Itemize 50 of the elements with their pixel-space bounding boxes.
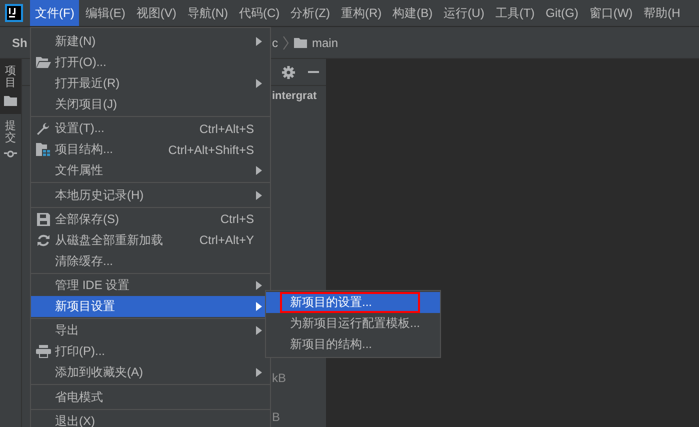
menu-bar-item[interactable]: 工具(T) — [490, 0, 540, 26]
commit-icon — [4, 150, 17, 158]
menu-item[interactable]: 省电模式 — [31, 386, 270, 408]
open-folder-icon — [36, 57, 50, 68]
menu-item[interactable]: 本地历史记录(H) — [31, 184, 270, 206]
folder-icon — [294, 37, 307, 48]
menu-bar-item[interactable]: 重构(R) — [336, 0, 387, 26]
printer-icon — [36, 345, 50, 358]
menu-item[interactable]: 项目结构... Ctrl+Alt+Shift+S — [31, 139, 270, 160]
menu-bar-item[interactable]: 视图(V) — [131, 0, 182, 26]
menu-item[interactable]: 添加到收藏夹(A) — [31, 362, 270, 384]
shortcut-text: Ctrl+Alt+Shift+S — [168, 142, 254, 157]
side-tab[interactable]: 提交 — [0, 114, 21, 166]
menu-bar-item[interactable]: 分析(Z) — [286, 0, 335, 26]
menu-item[interactable]: 打开最近(R) — [31, 73, 270, 94]
shortcut-text: Ctrl+Alt+S — [199, 122, 254, 136]
breadcrumb-item[interactable]: c — [272, 36, 278, 50]
menu-item[interactable]: 全部保存(S) Ctrl+S — [31, 208, 270, 230]
menu-bar-item[interactable]: 编辑(E) — [80, 0, 130, 26]
menu-item[interactable]: 新项目的设置... — [266, 292, 440, 313]
menu-item[interactable]: 新建(N) — [31, 31, 270, 52]
breadcrumb-item[interactable]: main — [312, 36, 338, 50]
menu-item[interactable]: 文件属性 — [31, 160, 270, 182]
folder-icon — [4, 95, 17, 106]
reload-icon — [36, 234, 50, 247]
tree-item[interactable]: intergrat — [272, 90, 317, 102]
menu-item[interactable]: 清除缓存... — [31, 250, 270, 272]
menu-bar-item[interactable]: Git(G) — [540, 0, 584, 26]
shortcut-text: Ctrl+Alt+Y — [199, 233, 254, 248]
chevron-icon — [283, 36, 289, 50]
tree-item[interactable]: B — [272, 410, 280, 424]
settings-icon[interactable] — [282, 66, 295, 78]
wrench-icon — [36, 122, 50, 136]
menu-item[interactable]: 新项目的结构... — [266, 334, 440, 355]
menu-item[interactable]: 打开(O)... — [31, 52, 270, 73]
project-name: Sh — [12, 36, 28, 50]
menu-item[interactable]: 从磁盘全部重新加载 Ctrl+Alt+Y — [31, 230, 270, 251]
menu-item[interactable]: 关闭项目(J) — [31, 94, 270, 115]
menu-bar-item[interactable]: 窗口(W) — [584, 0, 638, 26]
menu-bar-item[interactable]: 帮助(H — [638, 0, 686, 26]
menu-bar-item[interactable]: 代码(C) — [234, 0, 285, 26]
folder-grid-icon — [36, 143, 50, 156]
menu-bar-item[interactable]: 构建(B) — [388, 0, 438, 26]
menu-item[interactable]: 设置(T)... Ctrl+Alt+S — [31, 118, 270, 140]
shortcut-text: Ctrl+S — [220, 212, 254, 226]
menu-bar-item[interactable]: 导航(N) — [182, 0, 233, 26]
side-tab[interactable]: 项目 — [0, 59, 21, 114]
menu-bar-item[interactable]: 文件(F) — [30, 0, 80, 26]
tree-item[interactable]: kB — [272, 371, 286, 385]
menu-bar-item[interactable]: 运行(U) — [438, 0, 490, 26]
